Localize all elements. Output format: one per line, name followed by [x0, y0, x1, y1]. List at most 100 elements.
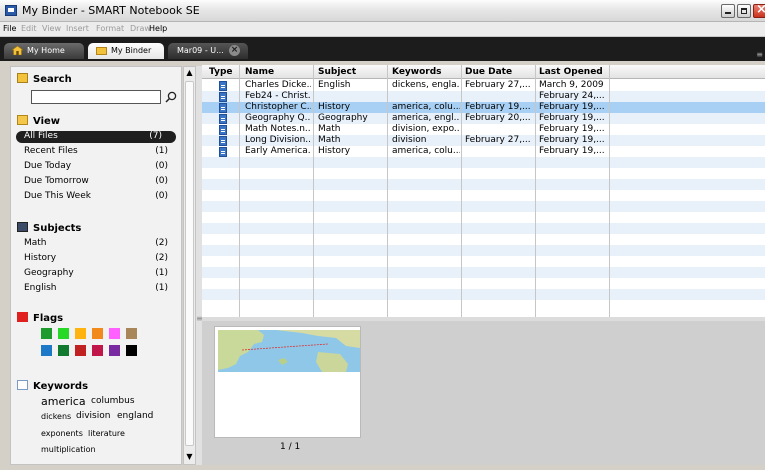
flag-color-swatch[interactable] [126, 345, 137, 356]
cell-name: Christopher C... [245, 102, 311, 112]
flag-color-swatch[interactable] [75, 345, 86, 356]
tab-my-home[interactable]: My Home [4, 43, 84, 59]
cell-keywords: division, expo... [392, 124, 460, 134]
menu-insert[interactable]: Insert [66, 24, 89, 33]
sidebar-scrollbar[interactable]: ▲ ▼ [183, 66, 196, 465]
keyword-tag[interactable]: exponents [41, 429, 83, 438]
keywords-section-title: Keywords [17, 380, 88, 392]
cell-subject: Geography [318, 113, 368, 123]
keyword-tag[interactable]: england [117, 411, 153, 421]
subject-item-count: (2) [155, 253, 168, 263]
flag-color-swatch[interactable] [58, 345, 69, 356]
scrollbar-thumb[interactable] [185, 81, 194, 446]
tab-my-binder[interactable]: My Binder [88, 43, 164, 59]
close-button[interactable] [753, 2, 765, 18]
view-item-due-today[interactable]: Due Today (0) [24, 161, 176, 173]
column-header-last-opened[interactable]: Last Opened [539, 67, 603, 77]
flag-color-swatch[interactable] [75, 328, 86, 339]
view-item-count: (0) [155, 176, 168, 186]
close-tab-icon[interactable]: × [229, 45, 240, 56]
flag-icon [17, 312, 28, 322]
notebook-file-icon [219, 81, 227, 91]
file-row[interactable]: Geography Q... Geography america, engl... F… [202, 113, 765, 124]
cell-opened: February 24,... [539, 91, 605, 101]
column-header-due-date[interactable]: Due Date [465, 67, 512, 77]
column-header-subject[interactable]: Subject [318, 67, 356, 77]
view-item-due-this-week[interactable]: Due This Week (0) [24, 191, 176, 203]
search-input[interactable] [31, 90, 161, 104]
flag-color-swatch[interactable] [41, 345, 52, 356]
view-item-count: (1) [155, 146, 168, 156]
view-folder-icon [17, 115, 28, 125]
subject-item-english[interactable]: English (1) [24, 283, 176, 295]
flag-color-swatch[interactable] [109, 345, 120, 356]
keyword-tag[interactable]: dickens [41, 412, 71, 421]
title-bar: My Binder - SMART Notebook SE [0, 0, 765, 22]
empty-row [202, 201, 765, 212]
search-section-label: Search [33, 74, 72, 85]
column-header-name[interactable]: Name [245, 67, 274, 77]
view-item-label: Due This Week [24, 191, 91, 201]
notebook-file-icon [219, 92, 227, 102]
cell-keywords: division [392, 135, 427, 145]
cell-name: Math Notes.n... [245, 124, 311, 134]
menu-help[interactable]: Help [149, 24, 167, 33]
subject-item-label: English [24, 283, 57, 293]
flag-color-swatch[interactable] [92, 328, 103, 339]
scroll-up-icon[interactable]: ▲ [185, 68, 194, 79]
file-row[interactable]: Feb24 - Christ... February 24,... [202, 91, 765, 102]
search-section-icon [17, 73, 28, 83]
keyword-tag[interactable]: literature [88, 429, 125, 438]
maximize-button[interactable] [737, 4, 751, 18]
folder-icon [96, 47, 107, 55]
subject-item-label: History [24, 253, 57, 263]
file-row[interactable]: Math Notes.n... Math division, expo... Febr… [202, 124, 765, 135]
menu-file[interactable]: File [3, 24, 16, 33]
tab-bar: My Home My Binder Mar09 - U... × ≡ [0, 37, 765, 61]
keyword-tag[interactable]: multiplication [41, 445, 96, 454]
view-item-due-tomorrow[interactable]: Due Tomorrow (0) [24, 176, 176, 188]
file-row[interactable]: Early America... History america, colu... F… [202, 146, 765, 157]
file-list-header: Type Name Subject Keywords Due Date Last… [202, 65, 765, 79]
view-item-recent-files[interactable]: Recent Files (1) [24, 146, 176, 158]
tabbar-grip-icon: ≡ [756, 50, 763, 59]
map-thumbnail-image [218, 330, 360, 372]
menu-format[interactable]: Format [96, 24, 124, 33]
subject-item-history[interactable]: History (2) [24, 253, 176, 265]
view-item-count: (0) [155, 191, 168, 201]
flag-color-swatch[interactable] [109, 328, 120, 339]
column-header-type[interactable]: Type [209, 67, 232, 77]
scroll-down-icon[interactable]: ▼ [185, 452, 194, 463]
flag-color-swatch[interactable] [41, 328, 52, 339]
tab-document[interactable]: Mar09 - U... × [168, 43, 248, 59]
file-list: Type Name Subject Keywords Due Date Last… [202, 65, 765, 317]
cell-opened: February 19,... [539, 102, 605, 112]
cell-due: February 27,... [465, 135, 531, 145]
flag-color-swatch[interactable] [58, 328, 69, 339]
column-header-keywords[interactable]: Keywords [392, 67, 442, 77]
keyword-tag[interactable]: division [76, 411, 110, 421]
file-row[interactable]: Christopher C... History america, colu... F… [202, 102, 765, 113]
flag-color-swatch[interactable] [92, 345, 103, 356]
cell-subject: Math [318, 124, 341, 134]
empty-row [202, 234, 765, 245]
menu-draw[interactable]: Draw [130, 24, 151, 33]
flag-color-swatch[interactable] [126, 328, 137, 339]
minimize-button[interactable] [721, 4, 735, 18]
cell-subject: History [318, 102, 351, 112]
subject-item-geography[interactable]: Geography (1) [24, 268, 176, 280]
notebook-file-icon [219, 114, 227, 124]
keyword-tag[interactable]: columbus [91, 396, 135, 406]
cell-name: Feb24 - Christ... [245, 91, 311, 101]
subject-item-math[interactable]: Math (2) [24, 238, 176, 250]
subjects-section-label: Subjects [33, 223, 82, 234]
menu-view[interactable]: View [42, 24, 61, 33]
keyword-tag[interactable]: america [41, 395, 86, 408]
menu-edit[interactable]: Edit [21, 24, 37, 33]
search-icon[interactable] [165, 91, 177, 103]
file-row[interactable]: Long Division... Math division February 27,… [202, 135, 765, 146]
cell-name: Long Division... [245, 135, 311, 145]
view-item-all-files[interactable]: All Files (7) [16, 131, 176, 143]
subject-item-count: (1) [155, 268, 168, 278]
file-row[interactable]: Charles Dicke... English dickens, engla...… [202, 80, 765, 91]
